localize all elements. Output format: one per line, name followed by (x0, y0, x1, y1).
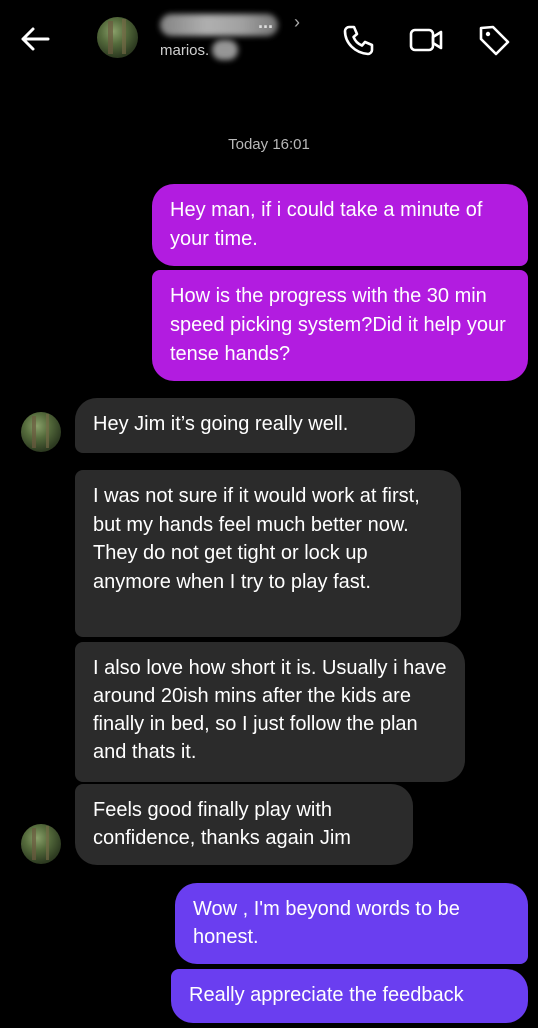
username-blur (212, 40, 238, 60)
contact-name-ellipsis[interactable]: ... (258, 12, 273, 33)
phone-icon[interactable] (340, 22, 376, 58)
outgoing-message[interactable]: Really appreciate the feedback (171, 969, 528, 1023)
contact-avatar[interactable] (97, 17, 138, 58)
outgoing-message[interactable]: Wow , I'm beyond words to be honest. (175, 883, 528, 964)
incoming-message[interactable]: Hey Jim it’s going really well. (75, 398, 415, 453)
message-timestamp: Today 16:01 (228, 136, 310, 153)
chevron-right-icon[interactable]: › (294, 12, 300, 33)
video-camera-icon[interactable] (408, 22, 444, 58)
outgoing-message[interactable]: Hey man, if i could take a minute of you… (152, 184, 528, 266)
outgoing-message[interactable]: How is the progress with the 30 min spee… (152, 270, 528, 381)
chat-header: ... › marios. (0, 0, 538, 80)
incoming-message[interactable]: I also love how short it is. Usually i h… (75, 642, 465, 782)
contact-username[interactable]: marios. (160, 42, 209, 59)
sender-avatar[interactable] (21, 412, 61, 452)
incoming-message[interactable]: Feels good finally play with confidence,… (75, 784, 413, 865)
back-arrow-icon[interactable] (18, 22, 52, 56)
tag-icon[interactable] (476, 22, 512, 58)
sender-avatar[interactable] (21, 824, 61, 864)
incoming-message[interactable]: I was not sure if it would work at first… (75, 470, 461, 637)
